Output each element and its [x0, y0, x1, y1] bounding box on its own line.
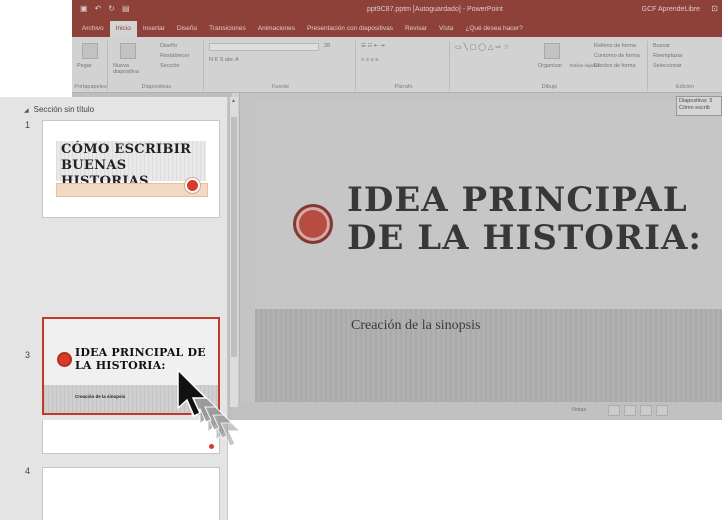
red-circle-decoration: [57, 352, 72, 367]
slide-thumbnail-1[interactable]: CÓMO ESCRIBIR BUENAS HISTORIAS: [42, 120, 220, 218]
section-title: Sección sin título: [33, 105, 95, 114]
slide-thumbnail-4[interactable]: [42, 467, 220, 520]
slide-number-4: 4: [25, 466, 31, 476]
scroll-up-icon[interactable]: ▲: [231, 98, 236, 104]
scrollbar-thumb[interactable]: [231, 117, 237, 357]
thumb-3-subtitle: Creación de la sinopsis: [75, 394, 126, 399]
section-header[interactable]: ◢ Sección sin título: [24, 105, 94, 114]
screenshot-stage: ▣ ↶ ↻ ▤ ppt9C87.pptm [Autoguardado] - Po…: [0, 0, 722, 520]
slide-number-1: 1: [25, 120, 31, 130]
red-circle-decoration: [185, 178, 200, 193]
mouse-pointer-drag-icon: [177, 368, 242, 447]
collapse-caret-icon[interactable]: ◢: [24, 107, 29, 114]
slide-number-3: 3: [25, 350, 31, 360]
